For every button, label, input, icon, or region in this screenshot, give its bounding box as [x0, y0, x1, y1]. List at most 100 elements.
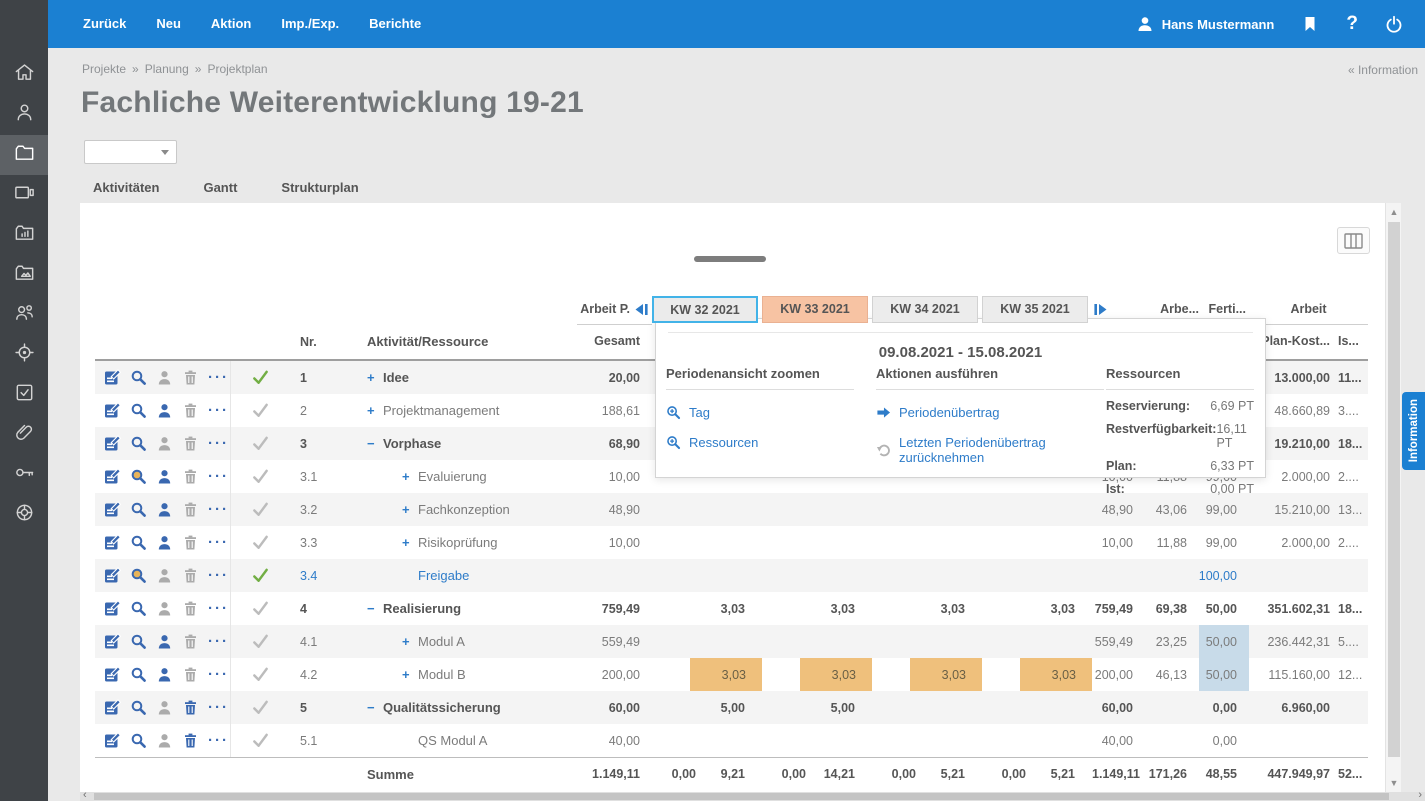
kw-column-tab-4[interactable]: KW 35 2021	[982, 296, 1088, 323]
more-actions-icon[interactable]: ···	[208, 406, 229, 416]
expander-icon[interactable]: −	[367, 436, 377, 451]
sidebar-item-task-board[interactable]	[0, 375, 48, 415]
assign-user-icon[interactable]	[156, 534, 173, 551]
more-actions-icon[interactable]: ···	[208, 604, 229, 614]
sidebar-item-support-ring[interactable]	[0, 495, 48, 535]
kw-column-tab-1[interactable]: KW 32 2021	[652, 296, 758, 323]
edit-icon[interactable]	[104, 567, 121, 584]
sidebar-item-card-reader[interactable]	[0, 175, 48, 215]
search-icon[interactable]	[130, 534, 147, 551]
more-actions-icon[interactable]: ···	[208, 538, 229, 548]
delete-icon[interactable]	[182, 699, 199, 716]
delete-icon[interactable]	[182, 402, 199, 419]
search-icon[interactable]	[130, 402, 147, 419]
help-icon[interactable]: ?	[1346, 15, 1358, 33]
menu-item-neu[interactable]: Neu	[141, 0, 196, 48]
kw-column-tab-2[interactable]: KW 33 2021	[762, 296, 868, 323]
assign-user-icon[interactable]	[156, 567, 173, 584]
sidebar-item-team[interactable]	[0, 295, 48, 335]
edit-icon[interactable]	[104, 501, 121, 518]
delete-icon[interactable]	[182, 534, 199, 551]
delete-icon[interactable]	[182, 501, 199, 518]
delete-icon[interactable]	[182, 666, 199, 683]
assign-user-icon[interactable]	[156, 666, 173, 683]
edit-icon[interactable]	[104, 435, 121, 452]
search-icon[interactable]	[130, 699, 147, 716]
scroll-left-icon[interactable]: ‹	[83, 789, 87, 801]
expander-icon[interactable]: +	[402, 634, 412, 649]
assign-user-icon[interactable]	[156, 468, 173, 485]
popup-link-tag[interactable]: Tag	[666, 405, 854, 420]
search-icon[interactable]	[130, 666, 147, 683]
user-menu[interactable]: Hans Mustermann	[1136, 15, 1275, 33]
sidebar-item-home[interactable]	[0, 55, 48, 95]
horizontal-scrollbar[interactable]: ‹ ›	[80, 792, 1425, 801]
delete-icon[interactable]	[182, 600, 199, 617]
scroll-down-icon[interactable]: ▼	[1386, 778, 1402, 788]
assign-user-icon[interactable]	[156, 501, 173, 518]
project-version-select[interactable]	[84, 140, 177, 164]
sidebar-item-media-folder[interactable]	[0, 255, 48, 295]
more-actions-icon[interactable]: ···	[208, 736, 229, 746]
search-icon[interactable]	[130, 600, 147, 617]
edit-icon[interactable]	[104, 402, 121, 419]
edit-icon[interactable]	[104, 633, 121, 650]
horizontal-scroll-thumb[interactable]	[94, 793, 1389, 800]
edit-icon[interactable]	[104, 468, 121, 485]
menu-item-berichte[interactable]: Berichte	[354, 0, 436, 48]
scroll-right-icon[interactable]: ›	[1418, 789, 1422, 801]
delete-icon[interactable]	[182, 567, 199, 584]
more-actions-icon[interactable]: ···	[208, 373, 229, 383]
expander-icon[interactable]: +	[402, 667, 412, 682]
assign-user-icon[interactable]	[156, 402, 173, 419]
power-icon[interactable]	[1385, 15, 1403, 33]
period-scroll-left-icon[interactable]	[633, 302, 650, 317]
assign-user-icon[interactable]	[156, 369, 173, 386]
edit-icon[interactable]	[104, 534, 121, 551]
search-icon[interactable]	[130, 435, 147, 452]
sidebar-item-target[interactable]	[0, 335, 48, 375]
assign-user-icon[interactable]	[156, 435, 173, 452]
delete-icon[interactable]	[182, 468, 199, 485]
search-icon[interactable]	[130, 732, 147, 749]
delete-icon[interactable]	[182, 633, 199, 650]
tab-gantt[interactable]: Gantt	[190, 172, 250, 205]
delete-icon[interactable]	[182, 369, 199, 386]
sidebar-item-key[interactable]	[0, 455, 48, 495]
more-actions-icon[interactable]: ···	[208, 439, 229, 449]
popup-link-perioden-bertrag[interactable]: Periodenübertrag	[876, 405, 1104, 420]
scroll-up-icon[interactable]: ▲	[1386, 207, 1402, 217]
search-icon[interactable]	[130, 369, 147, 386]
assign-user-icon[interactable]	[156, 600, 173, 617]
edit-icon[interactable]	[104, 732, 121, 749]
vertical-scroll-thumb[interactable]	[1388, 222, 1400, 757]
search-icon[interactable]	[130, 633, 147, 650]
bookmark-icon[interactable]	[1301, 15, 1319, 33]
delete-icon[interactable]	[182, 732, 199, 749]
column-settings-button[interactable]	[1337, 227, 1370, 254]
edit-icon[interactable]	[104, 369, 121, 386]
assign-user-icon[interactable]	[156, 699, 173, 716]
tab-aktivitäten[interactable]: Aktivitäten	[80, 172, 172, 205]
sidebar-item-chart-folder[interactable]	[0, 215, 48, 255]
expander-icon[interactable]: −	[367, 700, 377, 715]
sidebar-item-user[interactable]	[0, 95, 48, 135]
vertical-scrollbar[interactable]: ▲ ▼	[1385, 203, 1401, 792]
more-actions-icon[interactable]: ···	[208, 637, 229, 647]
expander-icon[interactable]: −	[367, 601, 377, 616]
assign-user-icon[interactable]	[156, 732, 173, 749]
expander-icon[interactable]: +	[402, 469, 412, 484]
breadcrumb-item[interactable]: Projekte	[82, 62, 126, 76]
popup-link-ressourcen[interactable]: Ressourcen	[666, 435, 854, 450]
breadcrumb-item[interactable]: Projektplan	[207, 62, 267, 76]
kw-column-tab-3[interactable]: KW 34 2021	[872, 296, 978, 323]
edit-icon[interactable]	[104, 600, 121, 617]
period-scroll-right-icon[interactable]	[1092, 302, 1112, 317]
edit-icon[interactable]	[104, 666, 121, 683]
popup-link-letzten-perioden-bertrag-zur-cknehmen[interactable]: Letzten Periodenübertrag zurücknehmen	[876, 435, 1104, 465]
expander-icon[interactable]: +	[402, 535, 412, 550]
search-icon[interactable]	[130, 567, 147, 584]
more-actions-icon[interactable]: ···	[208, 670, 229, 680]
tab-strukturplan[interactable]: Strukturplan	[268, 172, 371, 205]
information-side-tab[interactable]: Information	[1402, 392, 1425, 470]
